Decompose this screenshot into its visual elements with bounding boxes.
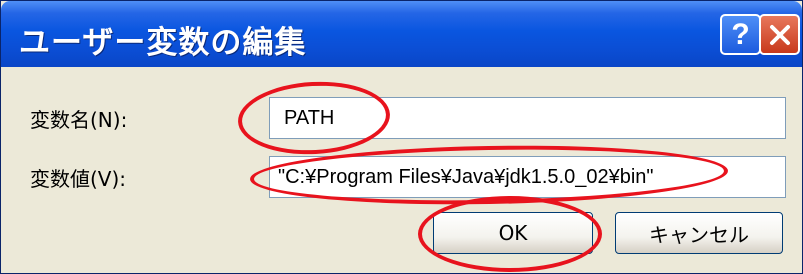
edit-user-variable-dialog: ユーザー変数の編集 ? 変数名(N): PATH 変数値(V): "C:¥Pro… xyxy=(0,0,803,274)
ok-button[interactable]: OK xyxy=(433,212,593,254)
cancel-button[interactable]: キャンセル xyxy=(615,212,783,254)
help-icon: ? xyxy=(731,17,750,51)
variable-value-label: 変数値(V): xyxy=(30,167,127,191)
close-button[interactable] xyxy=(759,14,800,55)
variable-name-input[interactable]: PATH xyxy=(269,97,786,139)
close-icon xyxy=(769,24,790,45)
dialog-title: ユーザー変数の編集 xyxy=(19,25,307,61)
variable-value-input[interactable]: "C:¥Program Files¥Java¥jdk1.5.0_02¥bin" xyxy=(269,156,786,198)
help-button[interactable]: ? xyxy=(720,14,761,55)
title-bar[interactable]: ユーザー変数の編集 ? xyxy=(1,1,802,67)
variable-name-label: 変数名(N): xyxy=(30,108,128,132)
